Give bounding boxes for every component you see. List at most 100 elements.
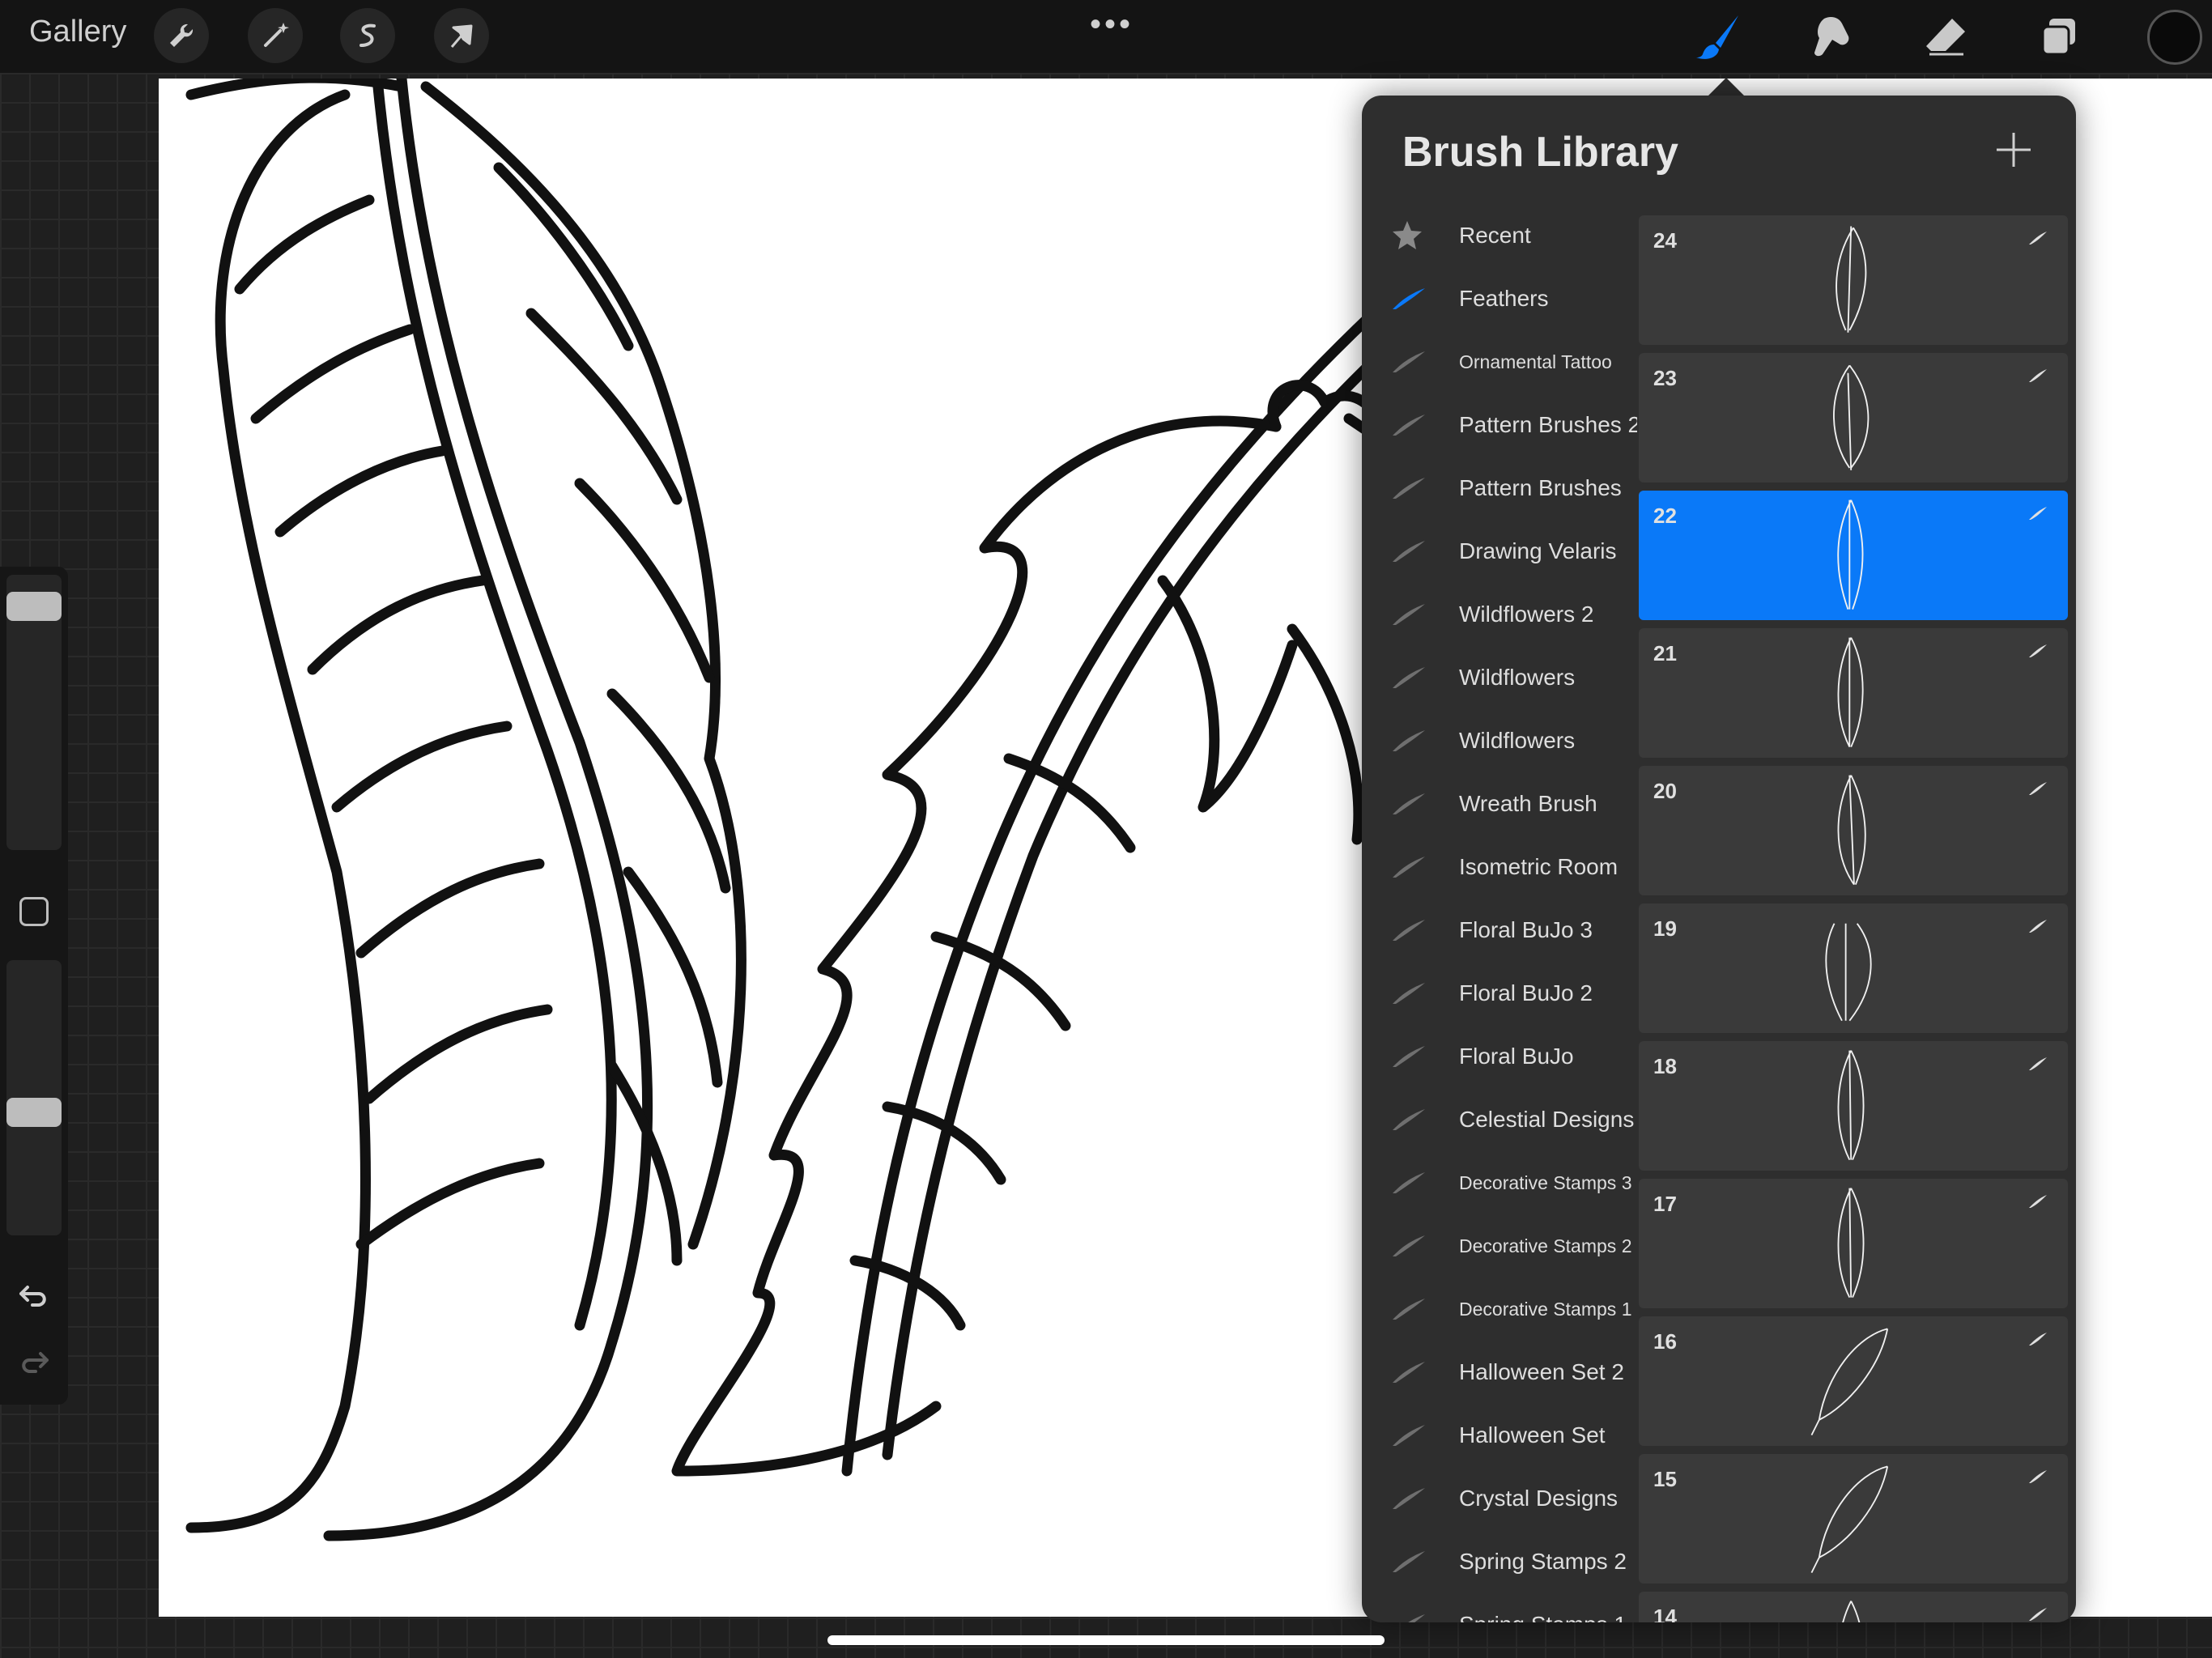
star-icon xyxy=(1391,221,1427,249)
smudge-icon xyxy=(1814,17,1849,57)
brush-number: 19 xyxy=(1653,916,1677,941)
brush-set-item[interactable]: Recent xyxy=(1362,209,1637,267)
brush-set-item[interactable]: Halloween Set 2 xyxy=(1362,1341,1637,1404)
plus-icon xyxy=(1997,133,2031,167)
brush-item[interactable]: 16 xyxy=(1639,1316,2068,1446)
feather-preview-icon xyxy=(1801,220,1906,342)
brush-stroke-icon xyxy=(1391,602,1427,627)
brush-set-label: Wreath Brush xyxy=(1459,791,1597,816)
brush-stroke-icon xyxy=(2027,1469,2048,1485)
brush-set-item[interactable]: Decorative Stamps 3 xyxy=(1362,1151,1637,1214)
home-indicator[interactable] xyxy=(827,1635,1385,1645)
brush-set-item[interactable]: Ornamental Tattoo xyxy=(1362,330,1637,393)
brush-set-label: Pattern Brushes xyxy=(1459,475,1622,500)
paint-tool-button[interactable] xyxy=(1689,6,1749,66)
brush-set-item[interactable]: Pattern Brushes xyxy=(1362,457,1637,520)
color-picker-button[interactable] xyxy=(2147,10,2202,65)
feather-preview-icon xyxy=(1801,1184,1906,1305)
brush-set-item[interactable]: Decorative Stamps 1 xyxy=(1362,1278,1637,1341)
brush-number: 23 xyxy=(1653,366,1677,390)
brush-stroke-icon xyxy=(1391,855,1427,879)
brush-stroke-icon xyxy=(1391,792,1427,816)
brush-stroke-icon xyxy=(2027,1056,2048,1072)
brush-set-item[interactable]: Floral BuJo xyxy=(1362,1025,1637,1088)
brush-set-item[interactable]: Decorative Stamps 2 xyxy=(1362,1214,1637,1278)
brush-item[interactable]: 15 xyxy=(1639,1454,2068,1584)
brush-set-item[interactable]: Wildflowers xyxy=(1362,646,1637,709)
brush-set-item[interactable]: Wreath Brush xyxy=(1362,772,1637,835)
eraser-icon xyxy=(1926,19,1965,56)
brush-item[interactable]: 23 xyxy=(1639,353,2068,483)
brush-set-list[interactable]: Recent Feathers Ornamental Tattoo Pattern B… xyxy=(1362,209,1637,1622)
brush-set-item[interactable]: Crystal Designs xyxy=(1362,1467,1637,1530)
brush-item[interactable]: 18 xyxy=(1639,1041,2068,1171)
brush-stroke-icon xyxy=(1391,665,1427,690)
feather-preview-icon xyxy=(1801,495,1906,617)
brush-set-item[interactable]: Floral BuJo 3 xyxy=(1362,899,1637,962)
brush-item[interactable]: 24 xyxy=(1639,215,2068,345)
brush-item[interactable]: 17 xyxy=(1639,1179,2068,1308)
brush-stroke-icon xyxy=(1391,1613,1427,1622)
brush-stroke-icon xyxy=(1391,287,1427,311)
adjustments-button[interactable] xyxy=(248,8,303,63)
selection-button[interactable] xyxy=(340,8,395,63)
brush-stroke-icon xyxy=(1391,1550,1427,1574)
brush-item[interactable]: 19 xyxy=(1639,903,2068,1033)
brush-stroke-icon xyxy=(2027,780,2048,797)
feather-preview-icon xyxy=(1801,633,1906,755)
add-brush-button[interactable] xyxy=(1993,130,2034,170)
transform-button[interactable] xyxy=(434,8,489,63)
brush-size-handle[interactable] xyxy=(6,592,62,622)
redo-button[interactable] xyxy=(15,1342,53,1381)
brush-item[interactable]: 20 xyxy=(1639,766,2068,895)
brush-icon xyxy=(1696,15,1738,59)
brush-set-item[interactable]: Drawing Velaris xyxy=(1362,520,1637,583)
layers-button[interactable] xyxy=(2029,6,2089,66)
actions-button[interactable] xyxy=(154,8,209,63)
brush-item[interactable]: 21 xyxy=(1639,628,2068,758)
eraser-tool-button[interactable] xyxy=(1916,6,1976,66)
brush-set-label: Celestial Designs xyxy=(1459,1107,1635,1132)
brush-item-selected[interactable]: 22 xyxy=(1639,491,2068,620)
brush-set-label: Spring Stamps 2 xyxy=(1459,1549,1627,1574)
smudge-tool-button[interactable] xyxy=(1802,6,1862,66)
brush-set-label: Halloween Set 2 xyxy=(1459,1359,1624,1384)
feather-preview-icon xyxy=(1801,1596,1906,1622)
brush-stroke-icon xyxy=(2027,505,2048,521)
brush-set-item[interactable]: Spring Stamps 2 xyxy=(1362,1530,1637,1593)
brush-set-item[interactable]: Isometric Room xyxy=(1362,835,1637,899)
brush-set-label: Halloween Set xyxy=(1459,1422,1606,1448)
brush-stroke-icon xyxy=(2027,230,2048,246)
brush-set-label: Feathers xyxy=(1459,286,1549,311)
undo-button[interactable] xyxy=(15,1276,53,1315)
brush-number: 16 xyxy=(1653,1329,1677,1354)
feather-preview-icon xyxy=(1801,771,1906,892)
top-toolbar: Gallery ••• xyxy=(0,0,2212,73)
brush-number: 14 xyxy=(1653,1605,1677,1622)
brush-set-label: Pattern Brushes 2 xyxy=(1459,412,1637,437)
brush-set-item[interactable]: Wildflowers xyxy=(1362,709,1637,772)
brush-set-item[interactable]: Celestial Designs xyxy=(1362,1088,1637,1151)
modify-button[interactable] xyxy=(19,897,49,926)
brush-stroke-icon xyxy=(2027,1193,2048,1209)
brush-set-item[interactable]: Wildflowers 2 xyxy=(1362,583,1637,646)
brush-stroke-icon xyxy=(1391,918,1427,942)
brush-stroke-icon xyxy=(1391,1297,1427,1321)
brush-set-item[interactable]: Pattern Brushes 2 xyxy=(1362,393,1637,457)
brush-set-item[interactable]: Floral BuJo 2 xyxy=(1362,962,1637,1025)
brush-set-item[interactable]: Halloween Set xyxy=(1362,1404,1637,1467)
opacity-handle[interactable] xyxy=(6,1098,62,1128)
feather-preview-icon xyxy=(1801,908,1906,1030)
brush-stroke-icon xyxy=(2027,1331,2048,1347)
brush-set-label: Isometric Room xyxy=(1459,854,1619,879)
more-options-button[interactable]: ••• xyxy=(1090,6,1134,43)
feather-preview-icon xyxy=(1801,358,1906,479)
brush-set-label: Spring Stamps 1 xyxy=(1459,1612,1627,1622)
brush-set-item[interactable]: Feathers xyxy=(1362,267,1637,330)
brush-stroke-icon xyxy=(1391,476,1427,500)
brush-list[interactable]: 24 23 22 21 20 19 18 17 16 15 14 xyxy=(1639,207,2068,1622)
brush-item[interactable]: 14 xyxy=(1639,1592,2068,1622)
gallery-button[interactable]: Gallery xyxy=(29,15,126,49)
left-sidebar xyxy=(0,567,68,1405)
brush-set-item[interactable]: Spring Stamps 1 xyxy=(1362,1593,1637,1622)
